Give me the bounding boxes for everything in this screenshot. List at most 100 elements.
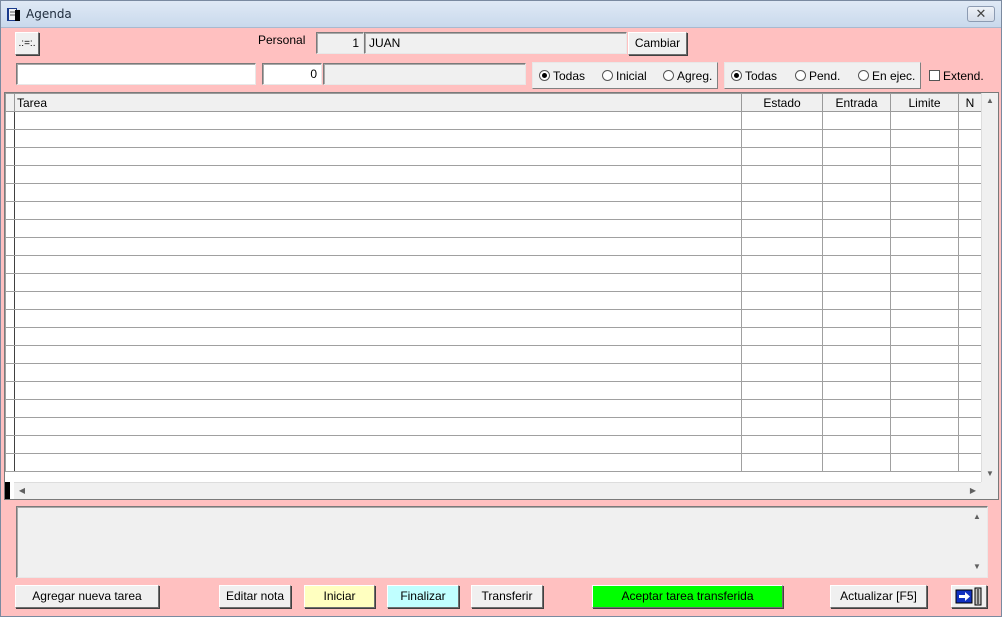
- change-personal-button[interactable]: Cambiar: [628, 32, 687, 55]
- table-cell[interactable]: [741, 291, 823, 310]
- menu-button[interactable]: .:=:.: [15, 32, 39, 55]
- add-task-button[interactable]: Agregar nueva tarea: [15, 585, 159, 608]
- column-header-tarea[interactable]: Tarea: [14, 93, 742, 112]
- table-cell[interactable]: [958, 255, 982, 274]
- table-cell[interactable]: [741, 363, 823, 382]
- table-cell[interactable]: [741, 219, 823, 238]
- table-cell[interactable]: [958, 291, 982, 310]
- table-cell[interactable]: [958, 345, 982, 364]
- refresh-button[interactable]: Actualizar [F5]: [830, 585, 927, 608]
- table-cell[interactable]: [14, 309, 742, 328]
- table-cell[interactable]: [890, 345, 959, 364]
- status-radio-pend[interactable]: Pend.: [795, 69, 840, 83]
- table-cell[interactable]: [14, 165, 742, 184]
- table-cell[interactable]: [890, 381, 959, 400]
- table-row[interactable]: [5, 201, 982, 220]
- table-row[interactable]: [5, 345, 982, 364]
- table-cell[interactable]: [958, 183, 982, 202]
- table-cell[interactable]: [741, 453, 823, 472]
- table-cell[interactable]: [741, 111, 823, 130]
- table-cell[interactable]: [822, 147, 891, 166]
- table-cell[interactable]: [958, 129, 982, 148]
- table-cell[interactable]: [14, 399, 742, 418]
- origin-radio-agreg[interactable]: Agreg.: [663, 69, 712, 83]
- task-grid[interactable]: Tarea Estado Entrada Limite N ▲ ▼ ◀ ▶: [4, 92, 999, 500]
- table-row[interactable]: [5, 435, 982, 454]
- table-row[interactable]: [5, 399, 982, 418]
- filter-number-input[interactable]: 0: [262, 63, 322, 85]
- table-cell[interactable]: [958, 165, 982, 184]
- status-radio-en-ejec[interactable]: En ejec.: [858, 69, 915, 83]
- table-cell[interactable]: [822, 399, 891, 418]
- table-cell[interactable]: [822, 129, 891, 148]
- table-cell[interactable]: [14, 327, 742, 346]
- task-note-memo[interactable]: ▲ ▼: [16, 506, 988, 578]
- table-cell[interactable]: [958, 237, 982, 256]
- finish-task-button[interactable]: Finalizar: [387, 585, 459, 608]
- table-row[interactable]: [5, 381, 982, 400]
- memo-vertical-scrollbar[interactable]: ▲ ▼: [969, 509, 985, 575]
- table-cell[interactable]: [14, 219, 742, 238]
- accept-transferred-task-button[interactable]: Aceptar tarea transferida: [592, 585, 783, 608]
- filter-text-input[interactable]: [16, 63, 256, 85]
- table-cell[interactable]: [958, 111, 982, 130]
- table-cell[interactable]: [14, 435, 742, 454]
- table-cell[interactable]: [890, 201, 959, 220]
- table-cell[interactable]: [822, 363, 891, 382]
- table-cell[interactable]: [822, 273, 891, 292]
- table-row[interactable]: [5, 147, 982, 166]
- table-cell[interactable]: [14, 255, 742, 274]
- table-row[interactable]: [5, 183, 982, 202]
- table-cell[interactable]: [741, 201, 823, 220]
- table-cell[interactable]: [14, 453, 742, 472]
- column-header-estado[interactable]: Estado: [741, 93, 823, 112]
- table-cell[interactable]: [14, 237, 742, 256]
- scroll-right-icon[interactable]: ▶: [965, 483, 981, 499]
- table-cell[interactable]: [822, 291, 891, 310]
- table-cell[interactable]: [890, 237, 959, 256]
- table-row[interactable]: [5, 291, 982, 310]
- table-cell[interactable]: [741, 309, 823, 328]
- close-button[interactable]: ✕: [967, 6, 995, 22]
- table-cell[interactable]: [890, 399, 959, 418]
- table-cell[interactable]: [958, 309, 982, 328]
- table-cell[interactable]: [14, 183, 742, 202]
- table-cell[interactable]: [14, 417, 742, 436]
- table-cell[interactable]: [890, 147, 959, 166]
- grid-vertical-scrollbar[interactable]: ▲ ▼: [981, 93, 998, 482]
- table-cell[interactable]: [741, 129, 823, 148]
- table-cell[interactable]: [822, 237, 891, 256]
- table-cell[interactable]: [14, 381, 742, 400]
- column-header-limite[interactable]: Limite: [890, 93, 959, 112]
- table-cell[interactable]: [822, 111, 891, 130]
- table-cell[interactable]: [890, 453, 959, 472]
- table-cell[interactable]: [958, 453, 982, 472]
- table-cell[interactable]: [890, 309, 959, 328]
- table-row[interactable]: [5, 219, 982, 238]
- table-cell[interactable]: [958, 435, 982, 454]
- table-cell[interactable]: [890, 255, 959, 274]
- table-row[interactable]: [5, 129, 982, 148]
- table-cell[interactable]: [14, 147, 742, 166]
- table-row[interactable]: [5, 273, 982, 292]
- table-row[interactable]: [5, 255, 982, 274]
- origin-radio-inicial[interactable]: Inicial: [602, 69, 647, 83]
- table-cell[interactable]: [958, 219, 982, 238]
- table-cell[interactable]: [741, 183, 823, 202]
- table-cell[interactable]: [741, 345, 823, 364]
- table-cell[interactable]: [958, 363, 982, 382]
- table-row[interactable]: [5, 417, 982, 436]
- table-cell[interactable]: [890, 183, 959, 202]
- table-cell[interactable]: [14, 129, 742, 148]
- scroll-down-icon[interactable]: ▼: [982, 466, 998, 482]
- table-cell[interactable]: [958, 147, 982, 166]
- table-cell[interactable]: [741, 165, 823, 184]
- column-header-entrada[interactable]: Entrada: [822, 93, 891, 112]
- personal-id-field[interactable]: 1: [316, 32, 364, 54]
- table-cell[interactable]: [741, 381, 823, 400]
- table-cell[interactable]: [822, 327, 891, 346]
- table-cell[interactable]: [890, 435, 959, 454]
- table-cell[interactable]: [822, 453, 891, 472]
- origin-radio-todas[interactable]: Todas: [539, 69, 585, 83]
- table-cell[interactable]: [890, 327, 959, 346]
